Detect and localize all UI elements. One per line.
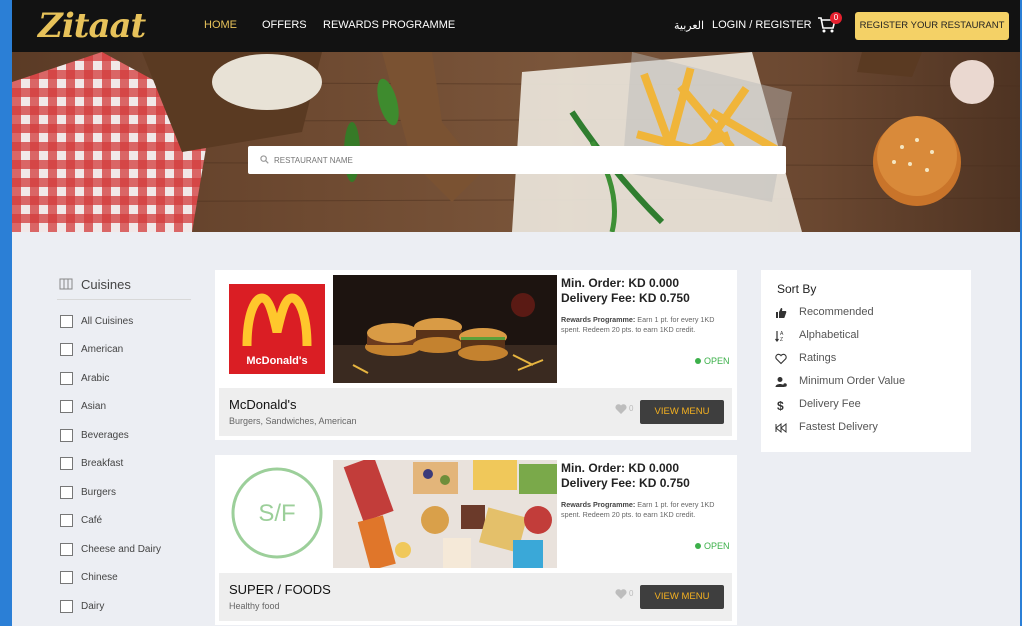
restaurant-cuisines: Healthy food [229,601,280,611]
sort-panel: Sort By Recommended AZ Alphabetical Rati… [761,270,971,452]
order-info: Min. Order: KD 0.000 Delivery Fee: KD 0.… [561,276,735,335]
delivery-fee: Delivery Fee: KD 0.750 [561,291,690,305]
view-menu-button[interactable]: VIEW MENU [640,585,724,609]
language-link[interactable]: العربية [674,19,704,32]
open-status: OPEN [695,541,730,551]
sort-alpha-icon: AZ [775,331,784,342]
fast-forward-icon [775,422,787,434]
nav-rewards-link[interactable]: REWARDS PROGRAMME [323,19,455,31]
super-foods-logo-text: S/F [258,500,295,527]
cuisine-checkbox[interactable] [60,486,73,499]
hero-food-image [12,52,1020,232]
cuisine-checkbox[interactable] [60,343,73,356]
restaurant-name[interactable]: SUPER / FOODS [229,582,331,597]
cuisine-label: Cheese and Dairy [81,544,162,555]
min-order: Min. Order: KD 0.000 [561,276,680,290]
restaurant-card[interactable]: McDonald's Min. Order: KD 0.000 Delivery… [215,270,737,440]
rewards-label: Rewards Programme: [561,500,636,509]
cuisine-label: Arabic [81,373,110,384]
cuisine-label: Asian [81,401,107,412]
heart-outline-icon [775,353,787,365]
rewards-label: Rewards Programme: [561,315,636,324]
restaurant-search-box [248,146,786,174]
cuisine-checkbox[interactable] [60,571,73,584]
sort-label: Ratings [799,352,837,364]
rewards-info: Rewards Programme: Earn 1 pt. for every … [561,315,735,335]
sort-label: Fastest Delivery [799,421,878,433]
sort-title: Sort By [777,282,817,296]
heart-icon[interactable] [615,588,627,600]
mcdonalds-logo-text: McDonald's [246,355,307,367]
cuisine-checkbox[interactable] [60,315,73,328]
restaurant-card[interactable]: S/F Min. Order: KD 0.000 Delivery Fee: K… [215,455,737,625]
cuisine-label: Beverages [81,430,129,441]
super-foods-food-photo [333,460,557,568]
like-count: 0 [629,589,634,598]
hero-banner [12,52,1020,232]
open-status: OPEN [695,356,730,366]
min-order: Min. Order: KD 0.000 [561,461,680,475]
mcdonalds-logo: McDonald's [229,284,325,374]
svg-text:$: $ [777,399,784,411]
like-count: 0 [629,404,634,413]
search-icon [260,155,269,164]
delivery-fee: Delivery Fee: KD 0.750 [561,476,690,490]
rewards-info: Rewards Programme: Earn 1 pt. for every … [561,500,735,520]
cuisine-label: All Cuisines [81,316,134,327]
sort-label: Delivery Fee [799,398,861,410]
nav-home-link[interactable]: HOME [204,19,237,31]
cuisine-checkbox[interactable] [60,543,73,556]
restaurant-cuisines: Burgers, Sandwiches, American [229,416,357,426]
order-info: Min. Order: KD 0.000 Delivery Fee: KD 0.… [561,461,735,520]
thumbs-up-icon [776,308,787,318]
restaurant-search-input[interactable] [274,146,774,174]
cuisines-title: Cuisines [81,277,131,292]
cuisine-checkbox[interactable] [60,514,73,527]
register-restaurant-button[interactable]: REGISTER YOUR RESTAURANT [855,12,1009,40]
view-menu-button[interactable]: VIEW MENU [640,400,724,424]
cuisine-label: Dairy [81,601,105,612]
cuisines-header: Cuisines [57,268,191,300]
cart-count-badge: 0 [830,12,842,24]
site-logo[interactable]: Zitaat [38,6,146,46]
cuisine-checkbox[interactable] [60,372,73,385]
card-footer: SUPER / FOODS Healthy food 0 VIEW MENU [219,573,732,621]
cuisine-label: American [81,344,124,355]
cuisine-checkbox[interactable] [60,429,73,442]
user-money-icon [775,377,787,387]
top-nav: Zitaat HOME OFFERS REWARDS PROGRAMME الع… [12,0,1020,52]
sort-label: Recommended [799,306,874,318]
login-register-link[interactable]: LOGIN / REGISTER [712,19,812,31]
heart-icon[interactable] [615,403,627,415]
dollar-icon: $ [777,399,784,411]
cuisine-label: Chinese [81,572,118,583]
svg-text:Z: Z [780,337,783,342]
cuisines-icon [59,278,73,290]
restaurant-name[interactable]: McDonald's [229,397,297,412]
sort-label: Alphabetical [799,329,859,341]
super-foods-logo: S/F [231,467,323,559]
page: Zitaat HOME OFFERS REWARDS PROGRAMME الع… [12,0,1020,626]
mcdonalds-food-photo [333,275,557,383]
cuisine-checkbox[interactable] [60,600,73,613]
cuisine-checkbox[interactable] [60,457,73,470]
cuisine-label: Breakfast [81,458,124,469]
cuisine-checkbox[interactable] [60,400,73,413]
sort-label: Minimum Order Value [799,375,906,387]
cuisine-label: Café [81,515,103,526]
nav-offers-link[interactable]: OFFERS [262,19,307,31]
card-footer: McDonald's Burgers, Sandwiches, American… [219,388,732,436]
cuisine-label: Burgers [81,487,117,498]
